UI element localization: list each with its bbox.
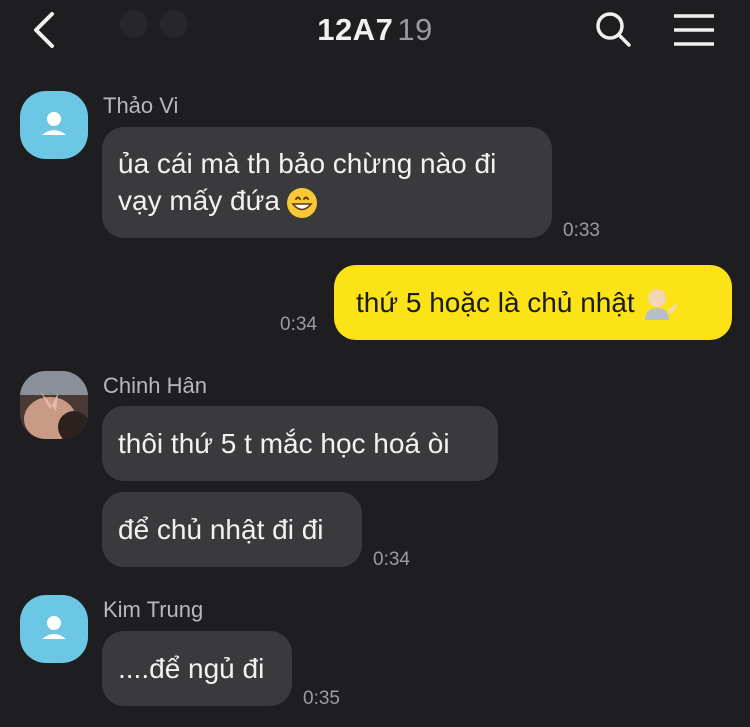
- message-time: 0:35: [303, 688, 340, 709]
- grinning-face-emoji: [286, 187, 317, 218]
- member-count: 19: [397, 12, 433, 47]
- default-user-icon: [42, 616, 66, 639]
- message-text-line: thứ 5 hoặc là chủ nhật: [356, 287, 635, 318]
- group-name: 12A7: [317, 12, 394, 47]
- search-button[interactable]: [590, 8, 636, 52]
- menu-button[interactable]: [670, 8, 716, 52]
- chat-title: 12A7 19: [0, 12, 750, 48]
- message-text-line: ....để ngủ đi: [118, 653, 265, 684]
- message-text-line: ủa cái mà th bảo chừng nào đi: [118, 148, 497, 179]
- sender-name: Thảo Vi: [103, 93, 179, 118]
- default-user-icon: [42, 112, 66, 135]
- sender-name: Chinh Hân: [103, 373, 207, 398]
- person-tipping-hand-emoji: [644, 288, 678, 320]
- message-time: 0:33: [563, 220, 600, 241]
- message-time: 0:34: [280, 314, 317, 335]
- message-bubble-incoming[interactable]: để chủ nhật đi đi: [102, 492, 362, 567]
- search-icon: [596, 12, 631, 47]
- message-text-line: để chủ nhật đi đi: [118, 514, 324, 545]
- sender-name: Kim Trung: [103, 597, 204, 622]
- avatar-default[interactable]: [20, 595, 88, 663]
- message-bubble-incoming[interactable]: ....để ngủ đi: [102, 631, 292, 706]
- message-bubble-incoming[interactable]: ủa cái mà th bảo chừng nào đi vạy mấy đứ…: [102, 127, 552, 238]
- message-bubble-incoming[interactable]: thôi thứ 5 t mắc học hoá òi: [102, 406, 498, 481]
- avatar-default[interactable]: [20, 91, 88, 159]
- message-bubble-outgoing[interactable]: thứ 5 hoặc là chủ nhật: [334, 265, 732, 340]
- avatar-photo[interactable]: [20, 371, 88, 439]
- chat-header: 12A7 19: [0, 0, 750, 62]
- message-text-line: vạy mấy đứa: [118, 182, 536, 219]
- profile-photo-icon: [20, 371, 88, 439]
- message-time: 0:34: [373, 549, 410, 570]
- message-text-line: thôi thứ 5 t mắc học hoá òi: [118, 428, 450, 459]
- menu-icon: [674, 14, 714, 46]
